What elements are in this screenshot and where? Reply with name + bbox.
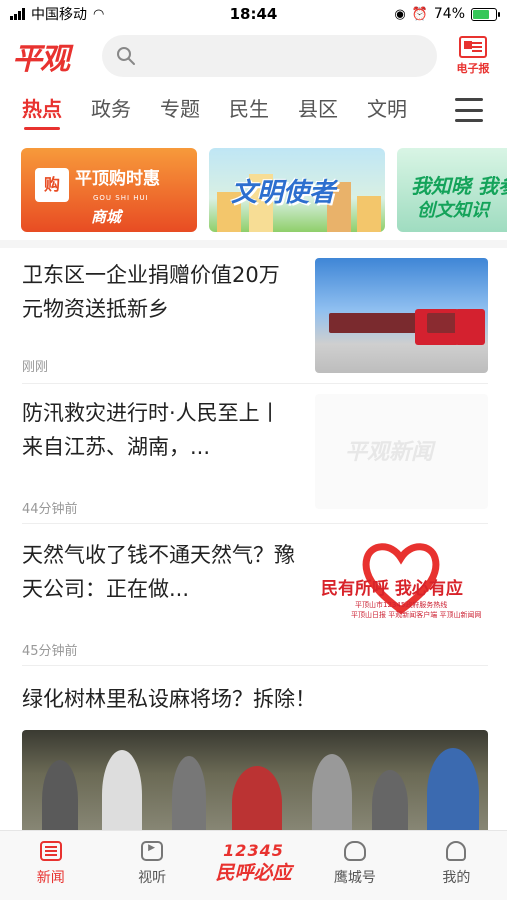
clock: 18:44 <box>229 5 278 23</box>
search-bar[interactable] <box>102 35 437 77</box>
nav-news-label: 新闻 <box>36 870 65 886</box>
tv-icon <box>141 841 164 861</box>
nav-eagle-label: 鹰城号 <box>333 870 376 886</box>
banner-knowledge-title: 我知晓 我参与 <box>411 174 507 198</box>
epaper-label: 电子报 <box>456 62 490 75</box>
news-item[interactable]: 卫东区一企业捐赠价值20万元物资送抵新乡 刚刚 <box>22 248 488 384</box>
banner-carousel: 购 平顶购时惠 GOU SHI HUI 商城 文明使者 我知晓 我参与 创文知识 <box>0 148 507 232</box>
poster-headline: 民有所呼 我必有应 <box>321 579 463 599</box>
news-thumbnail-placeholder: 平观新闻 <box>315 394 488 509</box>
news-item[interactable]: 防汛救灾进行时·人民至上丨来自江苏、湖南，... 44分钟前 平观新闻 <box>22 384 488 524</box>
banner-mall-sub: 商城 <box>91 208 122 226</box>
news-thumbnail-poster: 民有所呼 我必有应 平顶山市12345政府服务热线 平顶山日报 平观新闻客户端 … <box>315 536 488 651</box>
tab-hot[interactable]: 热点 <box>22 86 62 134</box>
battery-icon <box>471 7 500 21</box>
news-time: 44分钟前 <box>22 502 78 517</box>
news-time: 刚刚 <box>22 360 49 375</box>
nav-video-label: 视听 <box>138 870 167 886</box>
battery-percent: 74% <box>433 6 465 22</box>
news-icon <box>39 841 62 861</box>
poster-line1: 平顶山市12345政府服务热线 <box>355 601 448 609</box>
banner-mall[interactable]: 购 平顶购时惠 GOU SHI HUI 商城 <box>21 148 197 232</box>
news-title: 防汛救灾进行时·人民至上丨来自江苏、湖南，... <box>22 401 281 459</box>
watermark-logo: 平观新闻 <box>345 440 434 465</box>
hotline-label: 民呼必应 <box>215 862 292 884</box>
news-image-crowd <box>22 730 488 840</box>
news-time: 45分钟前 <box>22 644 78 659</box>
nav-news[interactable]: 新闻 <box>0 841 101 887</box>
banner-civic-knowledge[interactable]: 我知晓 我参与 创文知识 <box>397 148 507 232</box>
banner-civilization-envoy[interactable]: 文明使者 <box>209 148 385 232</box>
tab-counties[interactable]: 县区 <box>298 86 338 134</box>
search-icon <box>117 47 135 65</box>
alarm-icon: ⏰ <box>411 6 428 22</box>
channel-menu-icon[interactable] <box>455 98 483 122</box>
bottom-navigation: 新闻 视听 12345 民呼必应 鹰城号 我的 <box>0 830 507 900</box>
nav-profile[interactable]: 我的 <box>406 841 507 887</box>
banner-mall-title: 平顶购时惠 <box>75 169 160 189</box>
section-divider <box>0 240 507 248</box>
tab-livelihood[interactable]: 民生 <box>229 86 269 134</box>
mall-logo-icon: 购 <box>35 168 69 202</box>
tab-special[interactable]: 专题 <box>160 86 200 134</box>
banner-mall-pinyin: GOU SHI HUI <box>93 194 149 202</box>
signal-icon <box>10 8 25 20</box>
app-header: 平观 电子报 <box>0 30 507 82</box>
news-item[interactable]: 天然气收了钱不通天然气？豫天公司：正在做... 45分钟前 民有所呼 我必有应 … <box>22 524 488 666</box>
carrier-label: 中国移动 <box>31 7 87 23</box>
eagle-icon <box>343 841 366 861</box>
news-title: 卫东区一企业捐赠价值20万元物资送抵新乡 <box>22 263 280 321</box>
epaper-button[interactable]: 电子报 <box>451 36 495 76</box>
news-title: 天然气收了钱不通天然气？豫天公司：正在做... <box>22 543 295 601</box>
tab-government[interactable]: 政务 <box>91 86 131 134</box>
search-input[interactable] <box>144 48 437 64</box>
nav-hotline[interactable]: 12345 民呼必应 <box>203 841 304 885</box>
poster-line2: 平顶山日报 平观新闻客户端 平顶山新闻网 <box>351 611 482 619</box>
status-bar: 中国移动 ◠ 18:44 ◉ ⏰ 74% <box>0 0 507 28</box>
tab-civilization[interactable]: 文明 <box>367 86 407 134</box>
newspaper-icon <box>459 36 487 58</box>
news-thumbnail-trucks <box>315 258 488 373</box>
channel-tabs: 热点 政务 专题 民生 县区 文明 <box>0 86 507 134</box>
app-logo: 平观 <box>12 42 70 77</box>
lock-rotation-icon: ◉ <box>394 6 406 22</box>
banner-knowledge-sub: 创文知识 <box>417 200 489 221</box>
wifi-icon: ◠ <box>93 6 105 22</box>
profile-icon <box>446 841 467 861</box>
news-title: 绿化树林里私设麻将场？拆除！ <box>22 687 316 711</box>
nav-video[interactable]: 视听 <box>101 841 202 887</box>
nav-eagle-city[interactable]: 鹰城号 <box>304 841 405 887</box>
banner-envoy-title: 文明使者 <box>231 178 336 208</box>
nav-profile-label: 我的 <box>442 870 471 886</box>
